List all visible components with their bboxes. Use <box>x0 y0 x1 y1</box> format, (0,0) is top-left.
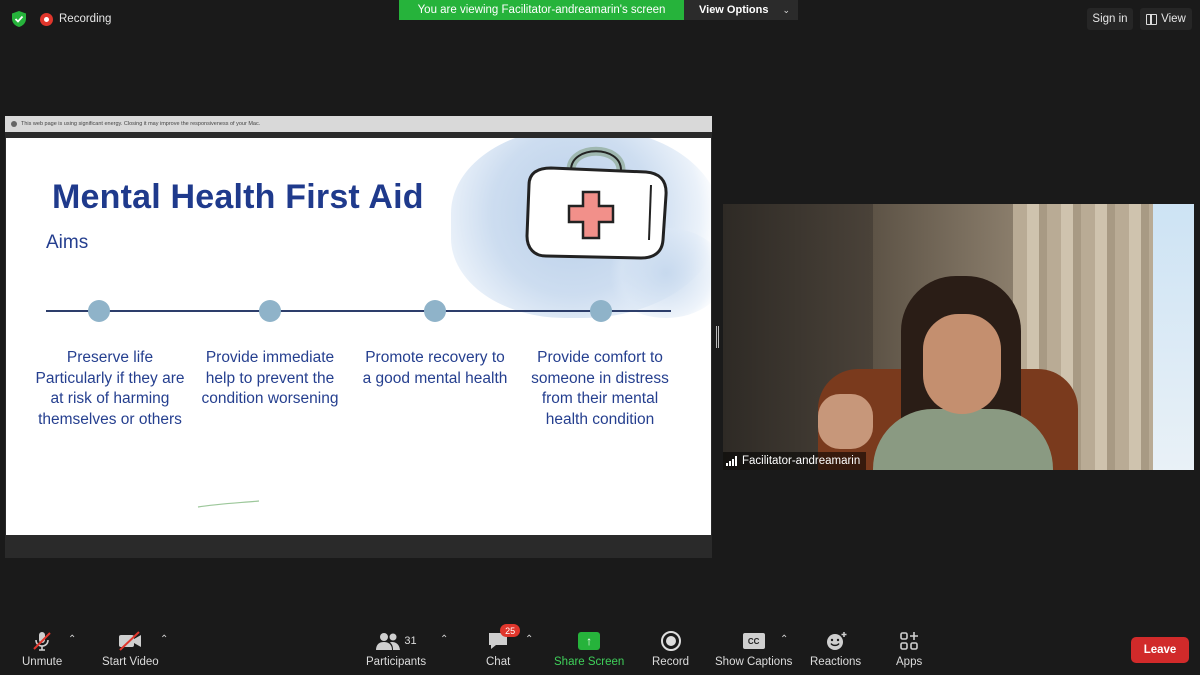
recording-indicator[interactable]: Recording <box>40 11 111 27</box>
video-options-caret-icon[interactable]: ⌃ <box>160 634 168 645</box>
microphone-muted-icon <box>33 632 51 651</box>
security-shield-icon[interactable] <box>10 10 28 28</box>
apps-label: Apps <box>896 656 923 668</box>
chat-button[interactable]: 25 Chat <box>486 624 521 668</box>
participants-icon <box>376 633 401 650</box>
leave-meeting-button[interactable]: Leave <box>1131 637 1189 663</box>
participants-options-caret-icon[interactable]: ⌃ <box>440 634 448 645</box>
start-video-label: Start Video <box>102 656 159 668</box>
apps-grid-icon <box>900 632 919 650</box>
pen-annotation-stroke <box>197 500 260 508</box>
slide-subtitle: Aims <box>46 232 89 253</box>
timeline-dot <box>259 300 281 322</box>
participants-count: 31 <box>404 635 417 647</box>
slide-title: Mental Health First Aid <box>52 178 424 216</box>
signal-strength-icon <box>726 456 737 466</box>
closed-captions-icon: CC <box>742 633 765 649</box>
participant-name-tag: Facilitator-andreamarin <box>723 452 867 470</box>
chevron-down-icon: ⌄ <box>782 4 791 15</box>
shared-screen: This web page is using significant energ… <box>5 116 712 558</box>
reactions-label: Reactions <box>810 656 862 668</box>
participants-label: Participants <box>366 656 427 668</box>
view-button[interactable]: View <box>1140 8 1192 30</box>
smiley-face-icon <box>826 632 847 650</box>
show-captions-label: Show Captions <box>715 656 793 668</box>
aim-text: Provide immediate help to prevent the co… <box>201 349 339 407</box>
sign-in-button[interactable]: Sign in <box>1087 8 1133 30</box>
record-button[interactable]: Record <box>652 628 689 668</box>
chat-options-caret-icon[interactable]: ⌃ <box>525 634 533 645</box>
recording-dot-icon <box>40 12 53 26</box>
first-aid-kit-icon <box>525 146 668 260</box>
aim-text: Promote recovery to a good mental health <box>362 349 508 387</box>
timeline-dot <box>424 300 446 322</box>
captions-options-caret-icon[interactable]: ⌃ <box>780 634 788 645</box>
chat-unread-badge: 25 <box>500 624 521 637</box>
reactions-button[interactable]: Reactions <box>810 628 861 668</box>
video-background <box>1153 204 1194 470</box>
timeline-dot <box>88 300 110 322</box>
viewing-screen-banner: You are viewing Facilitator-andreamarin'… <box>399 0 684 20</box>
browser-energy-notice: This web page is using significant energ… <box>5 116 712 132</box>
gallery-view-icon <box>1146 13 1158 25</box>
timeline-dot <box>590 300 612 322</box>
chat-label: Chat <box>486 656 511 668</box>
record-label: Record <box>652 656 690 668</box>
view-options-button[interactable]: View Options ⌄ <box>684 0 798 20</box>
unmute-label: Unmute <box>22 656 63 668</box>
aim-text: Preserve life Particularly if they are a… <box>35 349 185 428</box>
record-icon <box>660 631 681 651</box>
audio-options-caret-icon[interactable]: ⌃ <box>68 634 76 645</box>
video-person-body <box>873 409 1053 470</box>
split-view-resize-handle[interactable] <box>716 326 719 348</box>
aim-text: Provide comfort to someone in distress f… <box>531 349 669 428</box>
share-screen-label: Share Screen <box>554 656 625 668</box>
view-label: View <box>1161 13 1186 25</box>
info-icon <box>11 121 17 127</box>
start-video-button[interactable]: Start Video <box>102 628 159 668</box>
camera-off-icon <box>119 631 142 651</box>
participant-name: Facilitator-andreamarin <box>742 455 861 467</box>
video-person-hand <box>818 394 873 449</box>
presentation-slide: Mental Health First Aid Aims Preserve li… <box>6 138 711 535</box>
share-screen-arrow-icon: ↑ <box>578 632 601 650</box>
recording-label: Recording <box>59 13 112 25</box>
apps-button[interactable]: Apps <box>896 628 922 668</box>
unmute-button[interactable]: Unmute <box>22 628 62 668</box>
participants-button[interactable]: 31 Participants <box>366 628 426 668</box>
video-person-face <box>923 314 1001 414</box>
browser-notice-text: This web page is using significant energ… <box>21 121 261 127</box>
participant-video-tile[interactable]: Facilitator-andreamarin <box>723 204 1194 470</box>
meeting-toolbar: Unmute ⌃ Start Video ⌃ 31 Participants ⌃ <box>0 620 1200 675</box>
share-screen-button[interactable]: ↑ Share Screen <box>554 628 624 668</box>
view-options-label: View Options <box>699 4 769 16</box>
timeline-line <box>46 310 671 312</box>
